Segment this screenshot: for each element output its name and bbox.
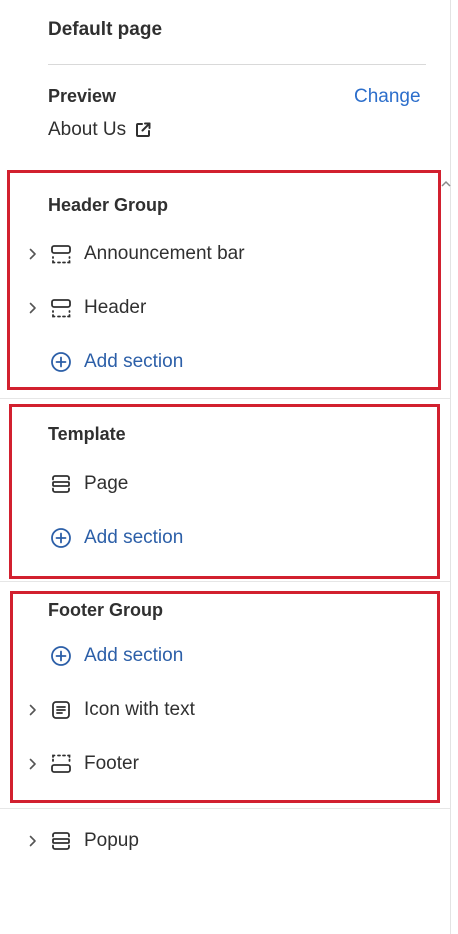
add-section-button[interactable]: Add section xyxy=(50,643,183,669)
section-header-icon xyxy=(50,297,72,319)
add-section-label: Add section xyxy=(84,645,184,666)
chevron-right-icon[interactable] xyxy=(26,301,40,315)
panel-right-border xyxy=(450,0,451,934)
page-title: Default page xyxy=(48,19,163,40)
section-header-icon xyxy=(50,243,72,265)
divider xyxy=(48,64,426,65)
footer-group-title: Footer Group xyxy=(48,600,163,620)
section-separator xyxy=(0,581,450,582)
preview-page-link[interactable]: About Us xyxy=(48,119,152,141)
section-item-page[interactable]: Page xyxy=(0,471,128,497)
section-separator xyxy=(0,398,450,399)
collapse-handle-icon[interactable] xyxy=(441,178,451,188)
add-section-label: Add section xyxy=(84,527,184,548)
chevron-right-icon[interactable] xyxy=(26,834,40,848)
change-preview-link[interactable]: Change xyxy=(354,86,421,108)
section-item-announcement-bar[interactable]: Announcement bar xyxy=(0,241,245,267)
section-item-icon-with-text[interactable]: Icon with text xyxy=(0,697,195,723)
section-item-label: Announcement bar xyxy=(84,243,245,264)
section-item-label: Page xyxy=(84,473,129,494)
external-link-icon xyxy=(134,121,152,139)
chevron-right-icon[interactable] xyxy=(26,757,40,771)
template-group-title: Template xyxy=(48,424,126,444)
section-item-header[interactable]: Header xyxy=(0,295,146,321)
preview-label: Preview xyxy=(48,86,117,106)
plus-circle-icon xyxy=(50,527,72,549)
plus-circle-icon xyxy=(50,351,72,373)
section-item-label: Footer xyxy=(84,753,139,774)
section-item-popup[interactable]: Popup xyxy=(0,828,139,854)
section-item-label: Icon with text xyxy=(84,699,195,720)
section-main-icon xyxy=(50,473,72,495)
section-main-icon xyxy=(50,830,72,852)
add-section-button[interactable]: Add section xyxy=(50,525,183,551)
chevron-right-icon[interactable] xyxy=(26,247,40,261)
add-section-button[interactable]: Add section xyxy=(50,349,183,375)
section-separator xyxy=(0,808,450,809)
plus-circle-icon xyxy=(50,645,72,667)
section-item-label: Popup xyxy=(84,830,139,851)
section-item-footer[interactable]: Footer xyxy=(0,751,139,777)
preview-page-name: About Us xyxy=(48,119,127,140)
chevron-right-icon[interactable] xyxy=(26,703,40,717)
section-item-label: Header xyxy=(84,297,147,318)
section-footer-icon xyxy=(50,753,72,775)
header-group-title: Header Group xyxy=(48,195,169,215)
text-block-icon xyxy=(50,699,72,721)
add-section-label: Add section xyxy=(84,351,184,372)
